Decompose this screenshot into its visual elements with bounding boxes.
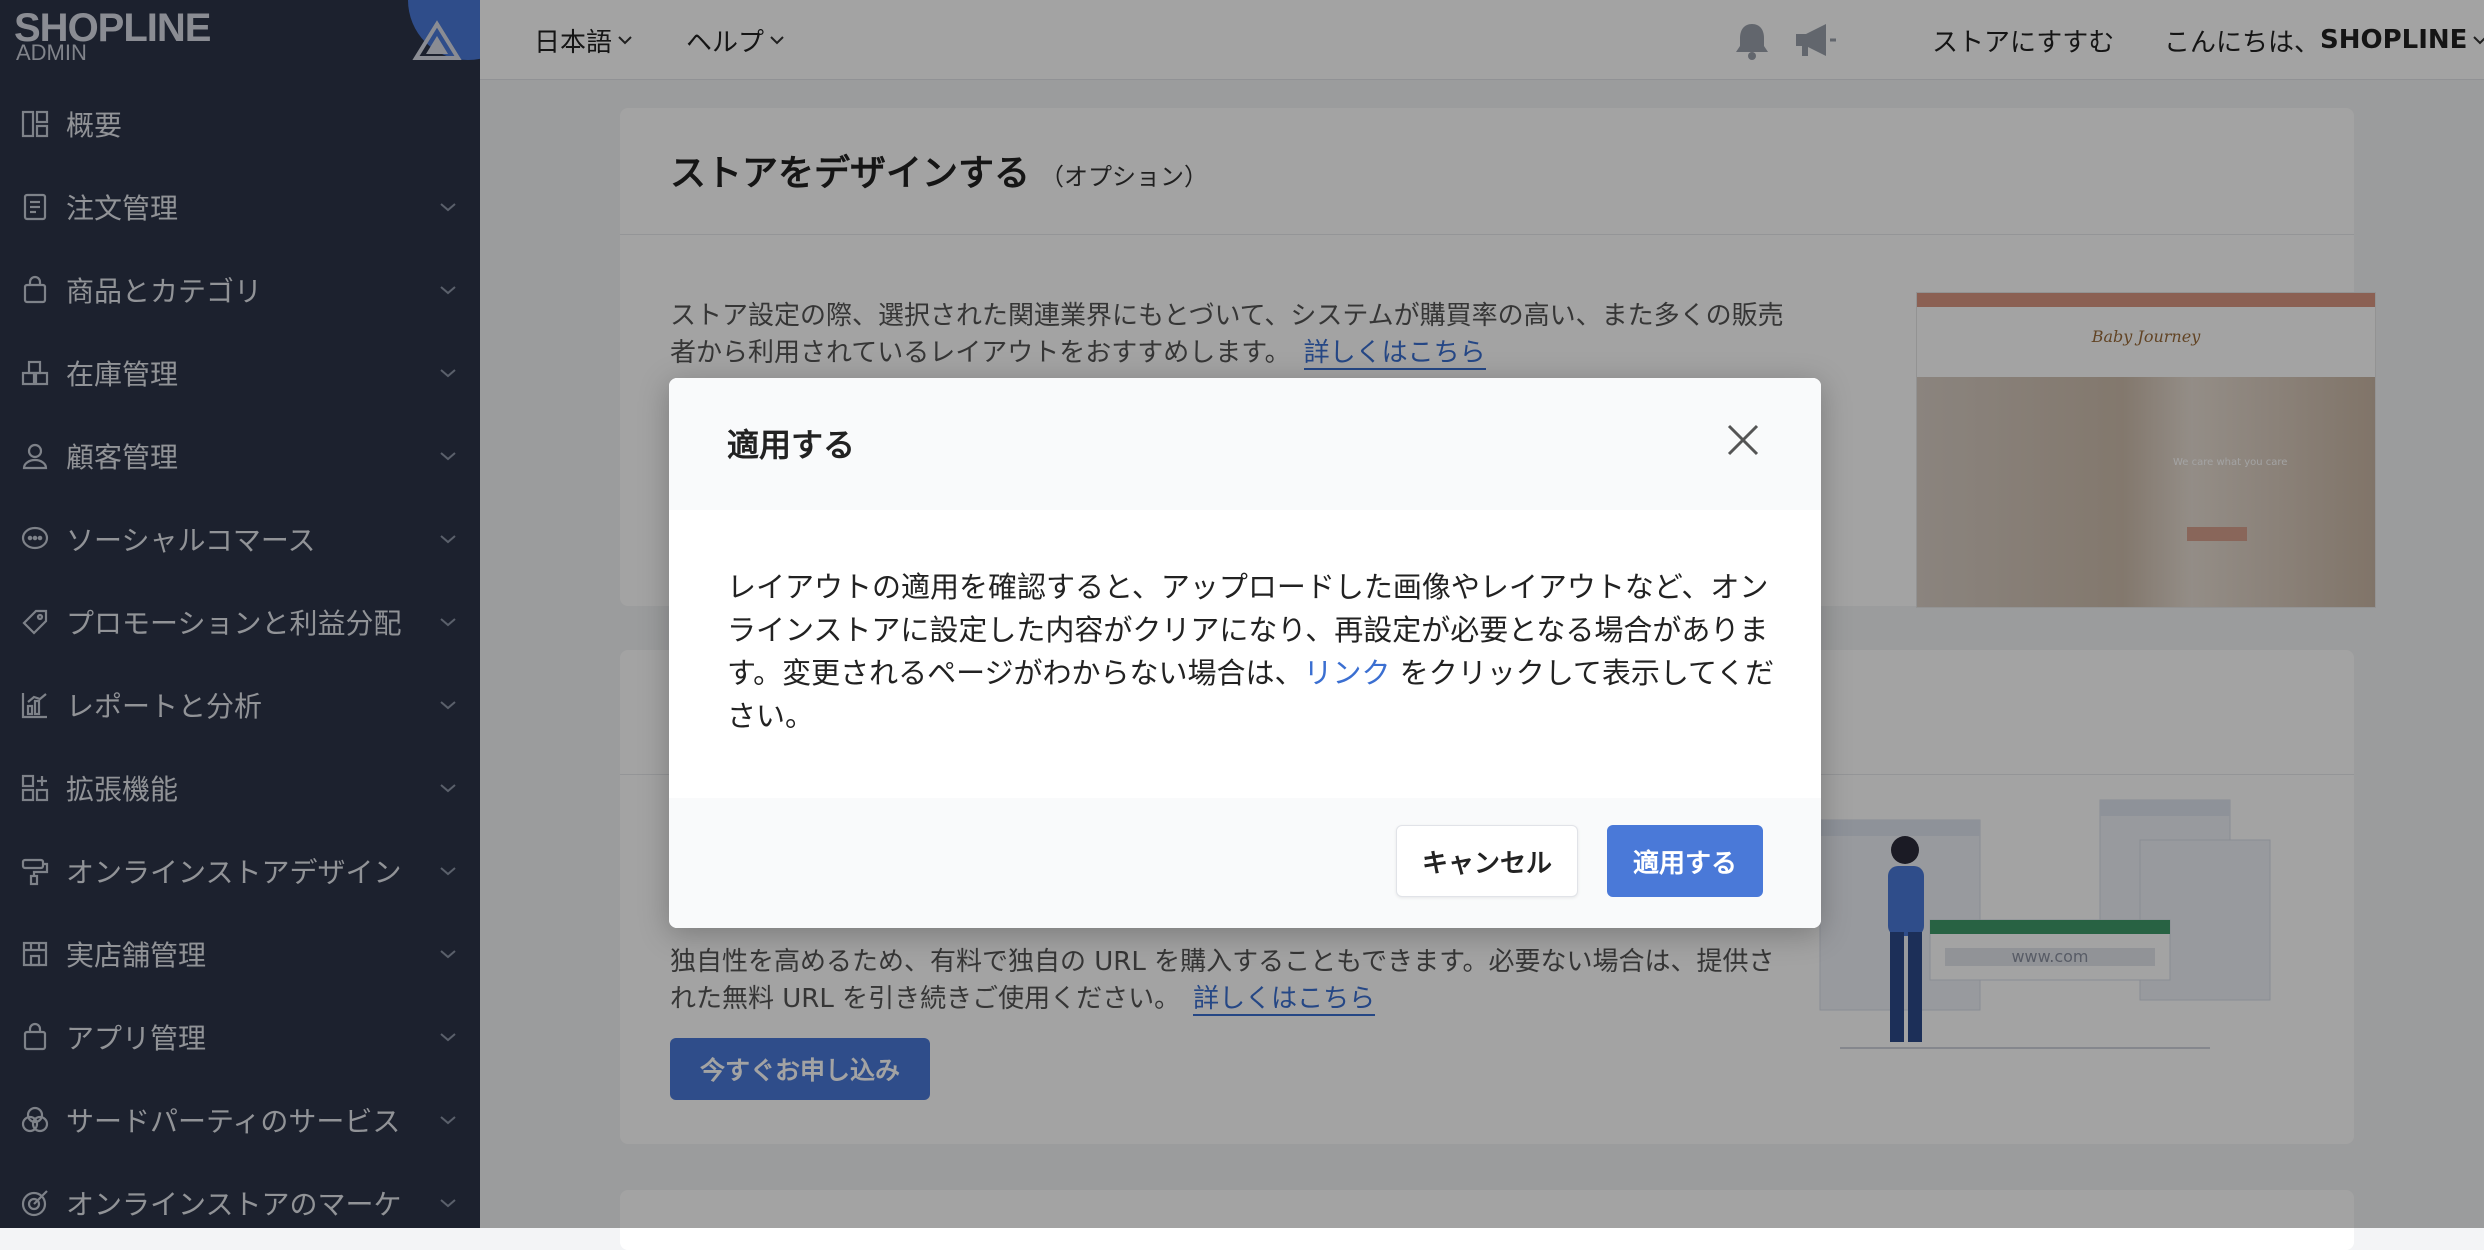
apply-layout-dialog: 適用する レイアウトの適用を確認すると、アップロードした画像やレイアウトなど、オ… — [669, 378, 1821, 928]
dialog-title: 適用する — [727, 426, 856, 464]
dialog-header: 適用する — [669, 378, 1821, 510]
dialog-message: レイアウトの適用を確認すると、アップロードした画像やレイアウトなど、オンラインス… — [727, 570, 1775, 733]
dialog-link[interactable]: リンク — [1304, 656, 1391, 690]
apply-button[interactable]: 適用する — [1607, 825, 1763, 897]
close-icon[interactable] — [1721, 418, 1765, 462]
cancel-button[interactable]: キャンセル — [1396, 825, 1578, 897]
